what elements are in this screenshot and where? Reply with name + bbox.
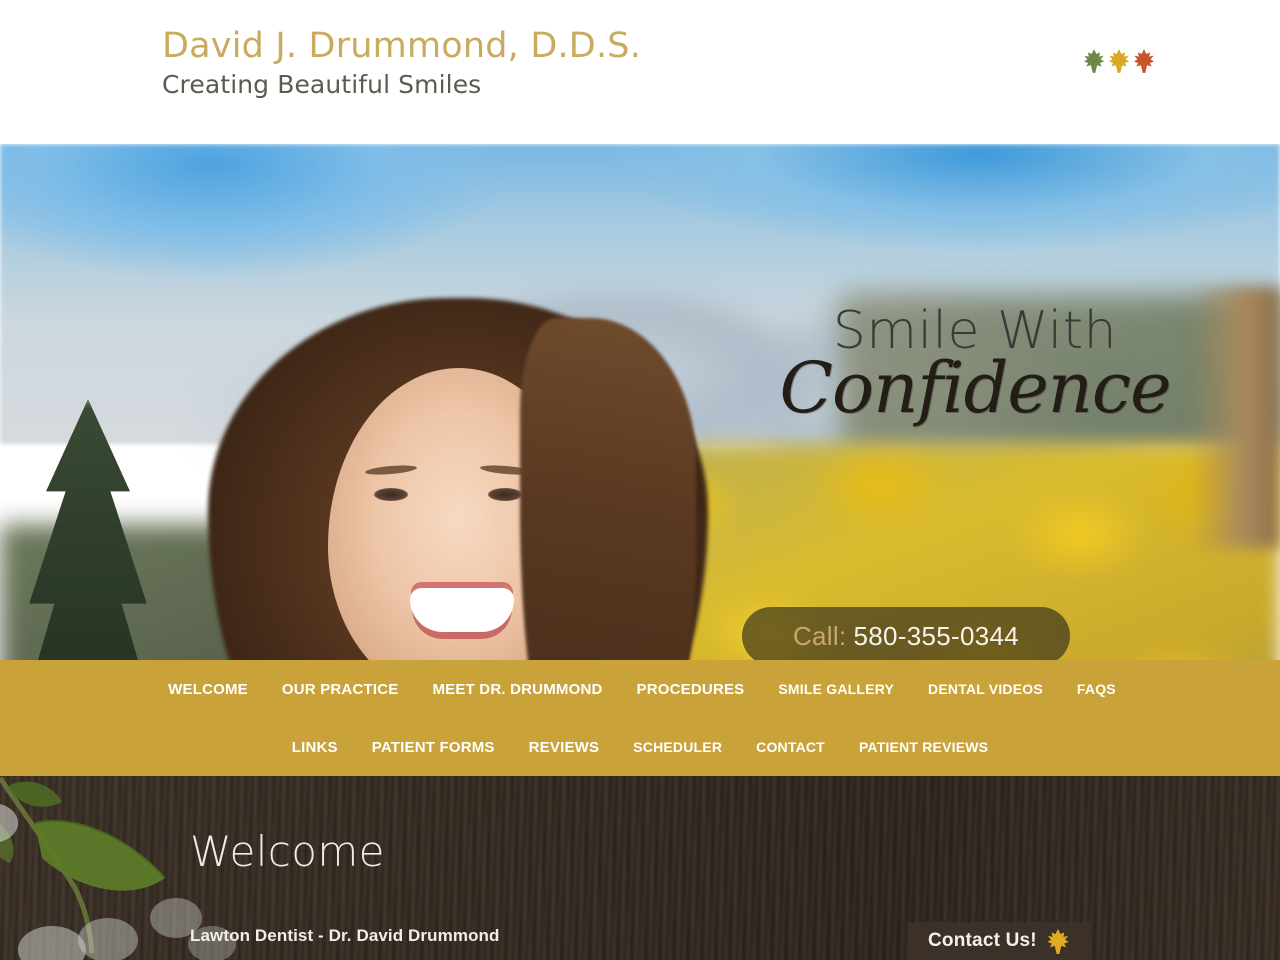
maple-leaf-icon xyxy=(1047,928,1069,954)
contact-us-button[interactable]: Contact Us! xyxy=(908,922,1090,960)
nav-item-welcome[interactable]: WELCOME xyxy=(151,681,265,698)
nav-row-secondary: LINKS PATIENT FORMS REVIEWS SCHEDULER CO… xyxy=(0,718,1280,776)
nav-item-patient-forms[interactable]: PATIENT FORMS xyxy=(355,739,512,756)
hero-headline-line2: Confidence xyxy=(779,346,1171,429)
model-smile xyxy=(410,588,514,632)
site-header: David J. Drummond, D.D.S. Creating Beaut… xyxy=(0,0,1280,144)
nav-item-scheduler[interactable]: SCHEDULER xyxy=(616,739,739,755)
sub-heading: Lawton Dentist - Dr. David Drummond xyxy=(190,926,500,945)
nav-item-our-practice[interactable]: OUR PRACTICE xyxy=(265,681,416,698)
call-number: 580-355-0344 xyxy=(853,620,1020,651)
nav-item-patient-reviews[interactable]: PATIENT REVIEWS xyxy=(842,739,1005,755)
nav-item-faqs[interactable]: FAQS xyxy=(1060,681,1133,697)
main-navigation: WELCOME OUR PRACTICE MEET DR. DRUMMOND P… xyxy=(0,660,1280,776)
hero-banner: Smile With Confidence Call: 580-355-0344 xyxy=(0,144,1280,660)
nav-item-contact[interactable]: CONTACT xyxy=(739,739,842,755)
nav-item-reviews[interactable]: REVIEWS xyxy=(512,739,617,756)
nav-item-procedures[interactable]: PROCEDURES xyxy=(620,681,762,698)
brand-title: David J. Drummond, D.D.S. xyxy=(162,26,642,66)
nav-item-meet-dr-drummond[interactable]: MEET DR. DRUMMOND xyxy=(415,681,619,698)
maple-leaf-gold-icon xyxy=(1108,49,1130,73)
model-hair-right xyxy=(520,318,696,660)
nav-item-links[interactable]: LINKS xyxy=(275,739,355,756)
brand-block[interactable]: David J. Drummond, D.D.S. Creating Beaut… xyxy=(162,26,641,101)
nav-item-dental-videos[interactable]: DENTAL VIDEOS xyxy=(911,681,1060,697)
page-title: Welcome xyxy=(190,827,385,876)
maple-leaf-trio-icon[interactable] xyxy=(1083,48,1155,74)
nav-row-primary: WELCOME OUR PRACTICE MEET DR. DRUMMOND P… xyxy=(0,660,1280,718)
contact-us-label: Contact Us! xyxy=(928,930,1037,951)
maple-leaf-green-icon xyxy=(1083,49,1105,73)
hero-headline: Smile With Confidence xyxy=(740,304,1210,423)
model-eye-right xyxy=(488,488,522,501)
maple-leaf-orange-icon xyxy=(1133,49,1155,73)
model-photo xyxy=(138,288,778,660)
nav-item-smile-gallery[interactable]: SMILE GALLERY xyxy=(761,681,911,697)
brand-tagline: Creating Beautiful Smiles xyxy=(162,70,482,100)
call-phone-button[interactable]: Call: 580-355-0344 xyxy=(742,607,1070,660)
call-label: Call: xyxy=(792,620,847,651)
model-eye-left xyxy=(374,488,408,501)
